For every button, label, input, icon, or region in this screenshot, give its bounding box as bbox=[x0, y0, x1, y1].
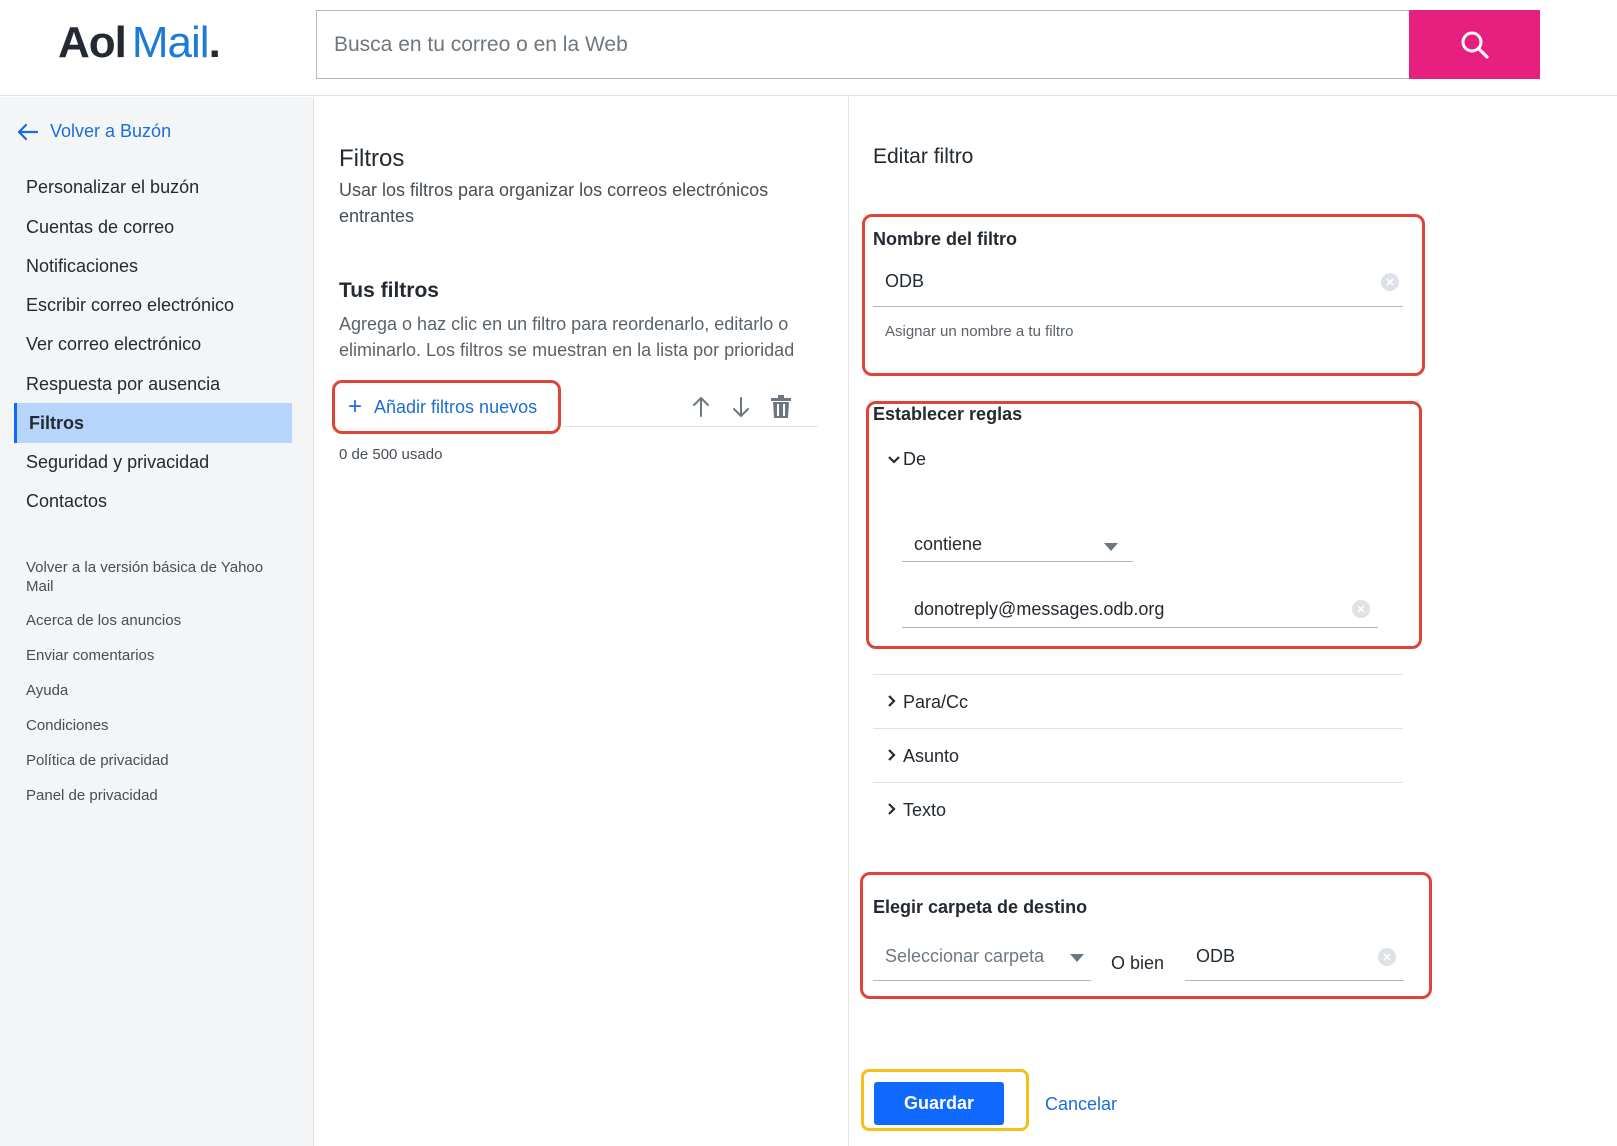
sidebar-item-label: Escribir correo electrónico bbox=[26, 294, 235, 315]
divider bbox=[563, 426, 818, 427]
folder-select[interactable]: Seleccionar carpeta bbox=[885, 946, 1044, 967]
basic-version-link[interactable]: Volver a la versión básica de Yahoo Mail bbox=[26, 558, 286, 596]
sidebar-item-label: Seguridad y privacidad bbox=[26, 451, 210, 472]
divider bbox=[873, 782, 1403, 783]
your-filters-description: Agrega o haz clic en un filtro para reor… bbox=[339, 314, 795, 360]
clear-icon[interactable] bbox=[1352, 600, 1370, 618]
filters-panel: Filtros Usar los filtros para organizar … bbox=[315, 97, 849, 1146]
settings-sidebar: Volver a Buzón Personalizar el buzón Cue… bbox=[0, 97, 314, 1146]
sidebar-item-label: Filtros bbox=[29, 412, 85, 433]
app-header: Aol Mail. bbox=[0, 0, 1617, 96]
chevron-right-icon bbox=[873, 692, 903, 713]
sidebar-item-seguridad[interactable]: Seguridad y privacidad bbox=[14, 442, 292, 482]
condition-select[interactable]: contiene bbox=[914, 534, 982, 555]
edit-filter-title: Editar filtro bbox=[873, 145, 974, 168]
search-box bbox=[316, 10, 1410, 79]
filter-name-label: Nombre del filtro bbox=[873, 229, 1018, 249]
sidebar-item-filtros[interactable]: Filtros bbox=[14, 403, 292, 443]
arrow-left-icon bbox=[18, 123, 38, 140]
divider bbox=[873, 728, 1403, 729]
field-underline bbox=[902, 627, 1378, 628]
sidebar-item-contactos[interactable]: Contactos bbox=[14, 481, 292, 521]
sidebar-item-cuentas[interactable]: Cuentas de correo bbox=[14, 207, 292, 247]
rule-from-toggle[interactable]: De bbox=[873, 433, 1403, 485]
field-underline bbox=[873, 306, 1403, 307]
filter-usage-count: 0 de 500 usado bbox=[339, 446, 443, 463]
filter-name-input[interactable]: ODB bbox=[885, 271, 924, 292]
dropdown-caret-icon[interactable] bbox=[1070, 954, 1084, 962]
clear-icon[interactable] bbox=[1378, 948, 1396, 966]
clear-icon[interactable] bbox=[1381, 273, 1399, 291]
dropdown-caret-icon[interactable] bbox=[1104, 543, 1118, 551]
chevron-right-icon bbox=[873, 800, 903, 821]
terms-link[interactable]: Condiciones bbox=[26, 716, 286, 735]
arrow-down-icon bbox=[733, 397, 749, 417]
sidebar-item-ausencia[interactable]: Respuesta por ausencia bbox=[14, 364, 292, 404]
search-input[interactable] bbox=[317, 11, 1410, 78]
rule-from-label: De bbox=[903, 448, 927, 469]
rule-subject-label: Asunto bbox=[903, 745, 960, 766]
sidebar-item-label: Contactos bbox=[26, 490, 108, 511]
delete-filter-button[interactable] bbox=[767, 393, 795, 421]
back-link-label: Volver a Buzón bbox=[50, 121, 172, 141]
rule-text-toggle[interactable]: Texto bbox=[873, 784, 1403, 836]
send-feedback-link[interactable]: Enviar comentarios bbox=[26, 646, 286, 665]
sidebar-item-ver[interactable]: Ver correo electrónico bbox=[14, 324, 292, 364]
trash-icon bbox=[771, 395, 791, 418]
add-new-filter-button[interactable]: + Añadir filtros nuevos bbox=[332, 380, 561, 434]
rule-text-label: Texto bbox=[903, 799, 947, 820]
your-filters-title: Tus filtros bbox=[339, 279, 439, 302]
chevron-down-icon bbox=[873, 449, 903, 470]
sidebar-item-label: Notificaciones bbox=[26, 255, 139, 276]
rule-to-cc-label: Para/Cc bbox=[903, 691, 969, 712]
privacy-dashboard-link[interactable]: Panel de privacidad bbox=[26, 786, 286, 805]
rule-to-cc-toggle[interactable]: Para/Cc bbox=[873, 676, 1403, 728]
field-underline bbox=[1185, 980, 1404, 981]
field-underline bbox=[902, 561, 1133, 562]
filter-name-hint: Asignar un nombre a tu filtro bbox=[885, 323, 1074, 340]
new-folder-input[interactable]: ODB bbox=[1196, 946, 1235, 967]
sidebar-item-label: Ver correo electrónico bbox=[26, 333, 202, 354]
arrow-up-icon bbox=[693, 397, 709, 417]
or-label: O bien bbox=[1111, 953, 1165, 973]
save-button[interactable]: Guardar bbox=[874, 1082, 1004, 1125]
privacy-policy-link[interactable]: Política de privacidad bbox=[26, 751, 286, 770]
filters-description: Usar los filtros para organizar los corr… bbox=[339, 180, 769, 226]
aol-mail-logo[interactable]: Aol Mail. bbox=[58, 18, 221, 68]
sidebar-item-escribir[interactable]: Escribir correo electrónico bbox=[14, 285, 292, 325]
divider bbox=[873, 674, 1403, 675]
sidebar-item-personalizar[interactable]: Personalizar el buzón bbox=[14, 167, 292, 207]
edit-filter-panel: Editar filtro Nombre del filtro ODB Asig… bbox=[850, 97, 1617, 1146]
from-value-input[interactable]: donotreply@messages.odb.org bbox=[914, 599, 1164, 620]
help-link[interactable]: Ayuda bbox=[26, 681, 286, 700]
sidebar-item-label: Personalizar el buzón bbox=[26, 176, 200, 197]
set-rules-label: Establecer reglas bbox=[873, 404, 1023, 424]
sidebar-item-notificaciones[interactable]: Notificaciones bbox=[14, 246, 292, 286]
sidebar-item-label: Respuesta por ausencia bbox=[26, 373, 221, 394]
back-to-inbox-link[interactable]: Volver a Buzón bbox=[18, 121, 171, 142]
move-down-button[interactable] bbox=[727, 393, 755, 421]
rule-subject-toggle[interactable]: Asunto bbox=[873, 730, 1403, 782]
filters-title: Filtros bbox=[339, 145, 405, 172]
about-ads-link[interactable]: Acerca de los anuncios bbox=[26, 611, 286, 630]
destination-folder-label: Elegir carpeta de destino bbox=[873, 897, 1088, 917]
chevron-right-icon bbox=[873, 746, 903, 767]
plus-icon: + bbox=[348, 393, 363, 420]
search-icon bbox=[1461, 31, 1489, 59]
add-filter-label: Añadir filtros nuevos bbox=[374, 396, 538, 417]
move-up-button[interactable] bbox=[687, 393, 715, 421]
field-underline bbox=[873, 980, 1091, 981]
cancel-link[interactable]: Cancelar bbox=[1045, 1094, 1117, 1115]
search-button[interactable] bbox=[1409, 10, 1540, 79]
sidebar-item-label: Cuentas de correo bbox=[26, 216, 175, 237]
